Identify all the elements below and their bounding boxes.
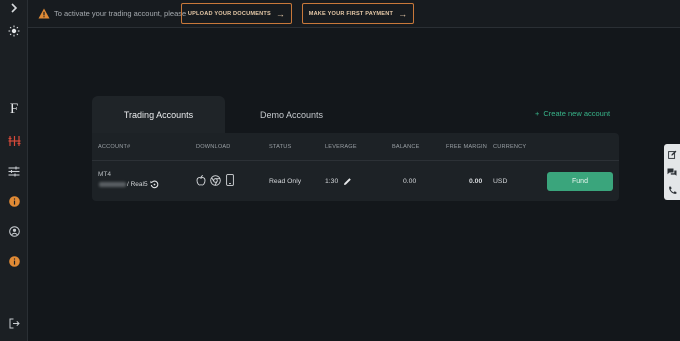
make-first-payment-label: MAKE YOUR FIRST PAYMENT xyxy=(308,10,394,17)
chat-button[interactable] xyxy=(664,163,680,181)
tab-trading-accounts-label: Trading Accounts xyxy=(123,109,194,120)
account-leverage: 1:30 xyxy=(325,178,339,185)
fund-button-label: Fund xyxy=(572,178,588,185)
warning-icon xyxy=(38,8,50,19)
header-download: DOWNLOAD xyxy=(196,144,231,150)
floating-tools xyxy=(664,144,680,200)
info-icon xyxy=(8,255,20,267)
header-account: ACCOUNT# xyxy=(98,144,131,150)
account-balance: 0.00 xyxy=(403,178,417,185)
logout-button[interactable] xyxy=(0,313,28,333)
mobile-icon[interactable] xyxy=(226,174,234,186)
header-free-margin: FREE MARGIN xyxy=(446,144,488,150)
brand-logo-button[interactable]: F xyxy=(0,99,28,119)
create-new-account-label: Create new account xyxy=(543,109,611,118)
upload-documents-button[interactable]: UPLOAD YOUR DOCUMENTS → xyxy=(181,3,292,24)
brand-logo: F xyxy=(9,100,19,117)
reset-password-icon[interactable] xyxy=(150,180,159,189)
account-free-margin: 0.00 xyxy=(469,178,483,185)
account-server: / Real5 xyxy=(127,181,148,188)
phone-icon xyxy=(668,186,676,194)
sidebar-item-trading-accounts[interactable] xyxy=(0,131,28,151)
user-icon xyxy=(8,225,20,237)
edit-leverage-icon[interactable] xyxy=(343,177,352,186)
accounts-table: ACCOUNT# DOWNLOAD STATUS LEVERAGE BALANC… xyxy=(92,133,619,201)
edit-icon xyxy=(667,150,676,159)
upload-documents-label: UPLOAD YOUR DOCUMENTS xyxy=(187,10,271,17)
create-new-account-link[interactable]: + Create new account xyxy=(535,109,610,118)
tab-demo-accounts[interactable]: Demo Accounts xyxy=(225,96,358,133)
tab-demo-accounts-label: Demo Accounts xyxy=(259,109,324,120)
sidebar: F xyxy=(0,0,28,341)
header-balance: BALANCE xyxy=(392,144,420,150)
apple-icon[interactable] xyxy=(196,175,206,186)
fund-button[interactable]: Fund xyxy=(547,172,613,191)
logout-icon xyxy=(9,318,20,328)
arrow-right-icon: → xyxy=(398,8,408,19)
info-icon xyxy=(8,195,20,207)
account-platform: MT4 xyxy=(98,171,111,178)
tab-trading-accounts[interactable]: Trading Accounts xyxy=(92,96,225,133)
trading-accounts-icon xyxy=(8,136,20,146)
chevron-right-icon xyxy=(11,3,18,13)
call-button[interactable] xyxy=(664,181,680,199)
activation-notice-text: To activate your trading account, please xyxy=(54,9,187,18)
sliders-icon xyxy=(8,166,20,176)
app-root: F To activate your trading account, plea… xyxy=(0,0,680,341)
header-currency: CURRENCY xyxy=(493,144,527,150)
sidebar-item-info[interactable] xyxy=(0,191,28,211)
theme-toggle-button[interactable] xyxy=(0,21,28,41)
account-number-redacted xyxy=(99,182,126,187)
arrow-right-icon: → xyxy=(275,8,286,19)
sidebar-item-profile[interactable] xyxy=(0,221,28,241)
activation-notice-bar: To activate your trading account, please… xyxy=(28,0,680,28)
sidebar-expand-button[interactable] xyxy=(0,0,28,16)
header-leverage: LEVERAGE xyxy=(325,144,357,150)
plus-icon: + xyxy=(535,109,540,118)
chrome-icon[interactable] xyxy=(210,175,221,186)
table-header: ACCOUNT# DOWNLOAD STATUS LEVERAGE BALANC… xyxy=(92,133,619,161)
chat-icon xyxy=(667,168,677,176)
header-status: STATUS xyxy=(269,144,292,150)
account-status: Read Only xyxy=(269,178,302,185)
account-currency: USD xyxy=(493,178,508,185)
make-first-payment-button[interactable]: MAKE YOUR FIRST PAYMENT → xyxy=(302,3,414,24)
sidebar-item-settings[interactable] xyxy=(0,161,28,181)
feedback-button[interactable] xyxy=(664,145,680,163)
sidebar-item-info-2[interactable] xyxy=(0,251,28,271)
sun-icon xyxy=(8,25,20,37)
